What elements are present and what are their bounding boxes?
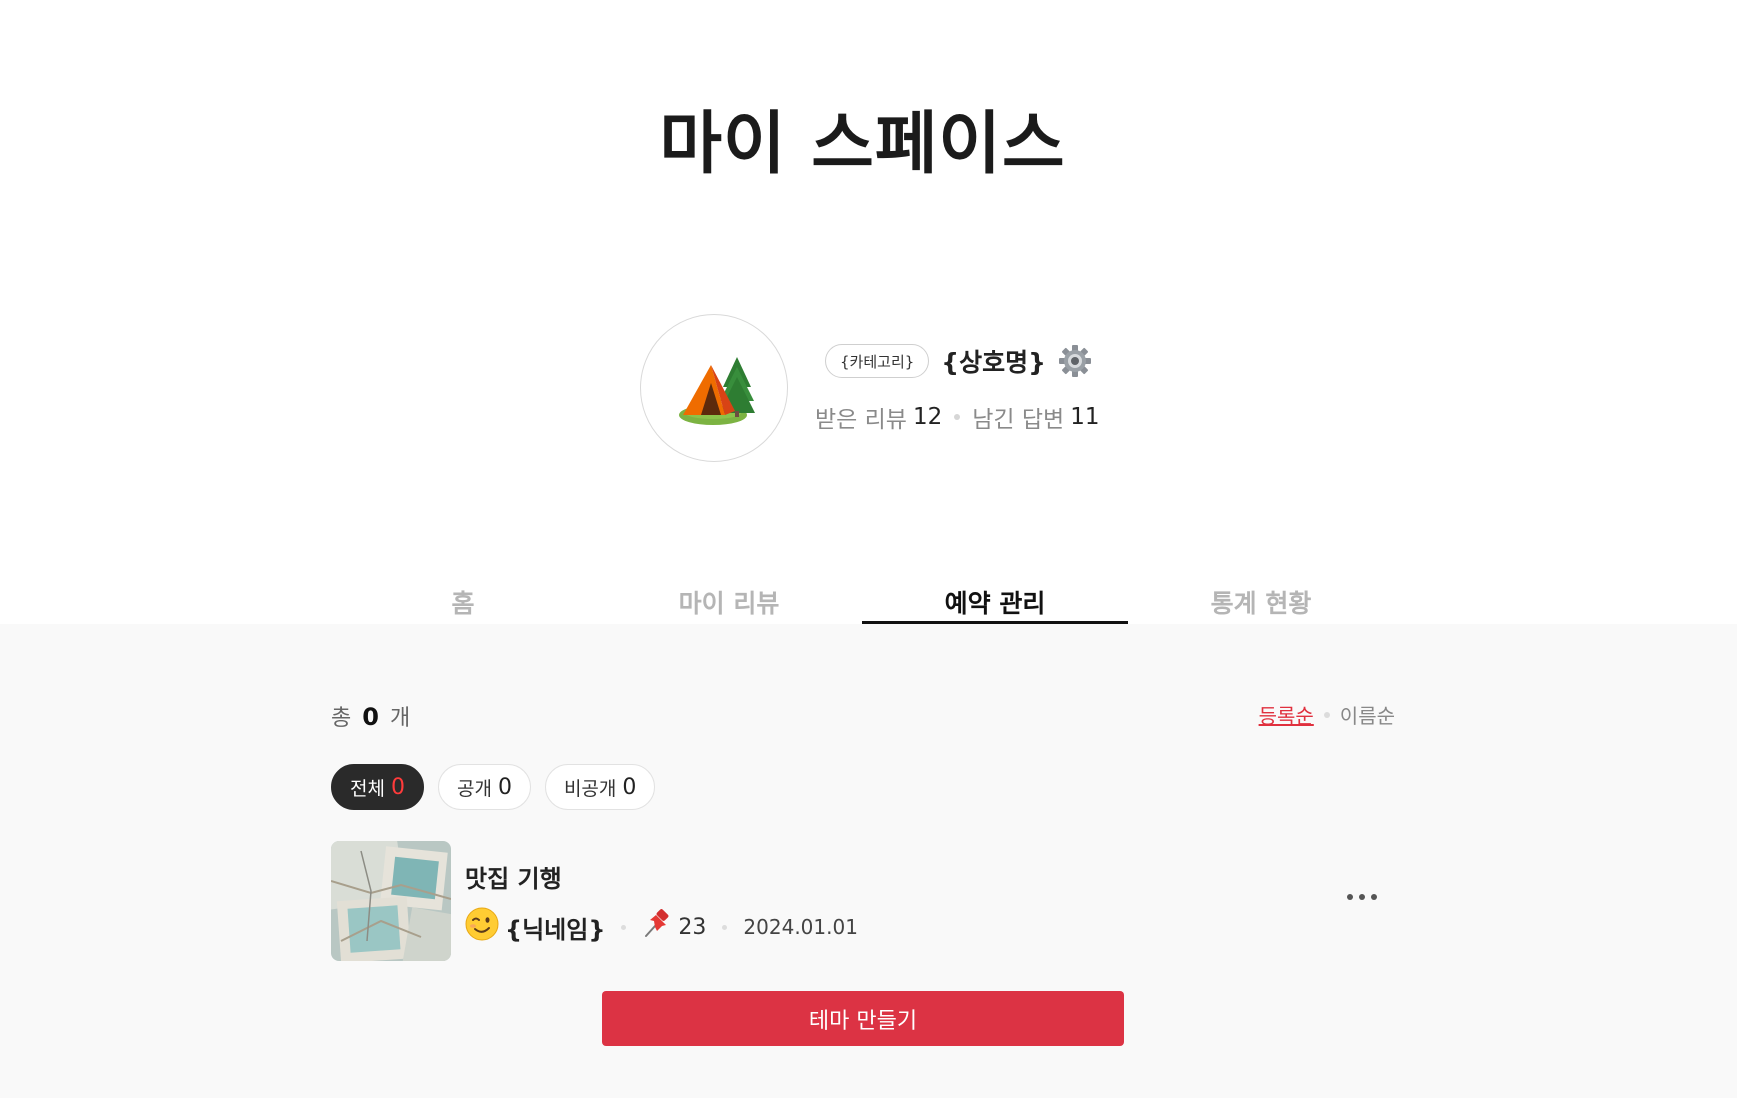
total-count: 총 0 개	[331, 700, 410, 732]
review-stats: 받은 리뷰 12 남긴 답변 11	[815, 400, 1099, 434]
filter-chips: 전체 0 공개 0 비공개 0	[331, 764, 669, 810]
filter-count: 0	[497, 774, 512, 800]
filter-all[interactable]: 전체 0	[331, 764, 424, 810]
filter-label: 전체	[350, 777, 385, 800]
theme-title: 맛집 기행	[465, 865, 562, 893]
filter-count: 0	[622, 774, 637, 800]
list-item[interactable]: 맛집 기행 {닉네임} 23 2024.01.01	[331, 841, 1395, 961]
total-prefix: 총	[331, 706, 352, 731]
author-nickname: {닉네임}	[505, 915, 606, 944]
create-theme-button[interactable]: 테마 만들기	[602, 991, 1124, 1046]
filter-private[interactable]: 비공개 0	[544, 764, 656, 810]
winking-face-icon	[465, 907, 499, 947]
pin-count: 23	[678, 914, 707, 940]
separator-dot	[954, 414, 961, 420]
tab-home[interactable]: 홈	[330, 578, 596, 624]
replies-label: 남긴 답변	[972, 407, 1065, 433]
dot	[1371, 894, 1377, 900]
filter-count: 0	[390, 774, 405, 800]
received-reviews-count: 12	[912, 404, 943, 430]
replies-count: 11	[1070, 404, 1100, 430]
filter-label: 공개	[456, 777, 492, 800]
theme-date: 2024.01.01	[743, 915, 858, 939]
category-badge: {카테고리}	[825, 344, 930, 378]
total-suffix: 개	[389, 706, 411, 731]
dot	[1347, 894, 1353, 900]
gear-icon[interactable]	[1058, 344, 1092, 378]
profile-header: {카테고리} {상호명}	[825, 342, 1092, 380]
profile-avatar	[640, 314, 788, 462]
sort-by-registration[interactable]: 등록순	[1259, 700, 1314, 729]
pushpin-icon	[642, 909, 672, 945]
separator-dot	[1323, 711, 1330, 718]
total-count-number: 0	[362, 703, 379, 731]
theme-thumbnail	[331, 841, 451, 961]
dot	[1359, 894, 1365, 900]
tab-statistics[interactable]: 통계 현황	[1128, 578, 1394, 624]
received-reviews-label: 받은 리뷰	[815, 407, 907, 433]
filter-label: 비공개	[563, 777, 617, 800]
tab-reservation[interactable]: 예약 관리	[862, 578, 1128, 624]
sort-by-name[interactable]: 이름순	[1340, 700, 1395, 729]
page-title: 마이 스페이스	[659, 105, 1066, 184]
tab-my-review[interactable]: 마이 리뷰	[596, 578, 862, 624]
separator-dot	[722, 924, 728, 930]
sort-options: 등록순 이름순	[1259, 700, 1395, 729]
separator-dot	[621, 924, 627, 930]
more-options-icon[interactable]	[1347, 887, 1377, 907]
filter-public[interactable]: 공개 0	[437, 764, 531, 810]
camping-tent-icon	[679, 357, 755, 425]
theme-meta: {닉네임} 23 2024.01.01	[465, 907, 858, 947]
tab-bar: 홈 마이 리뷰 예약 관리 통계 현황	[330, 578, 1394, 624]
store-name: {상호명}	[941, 348, 1046, 377]
